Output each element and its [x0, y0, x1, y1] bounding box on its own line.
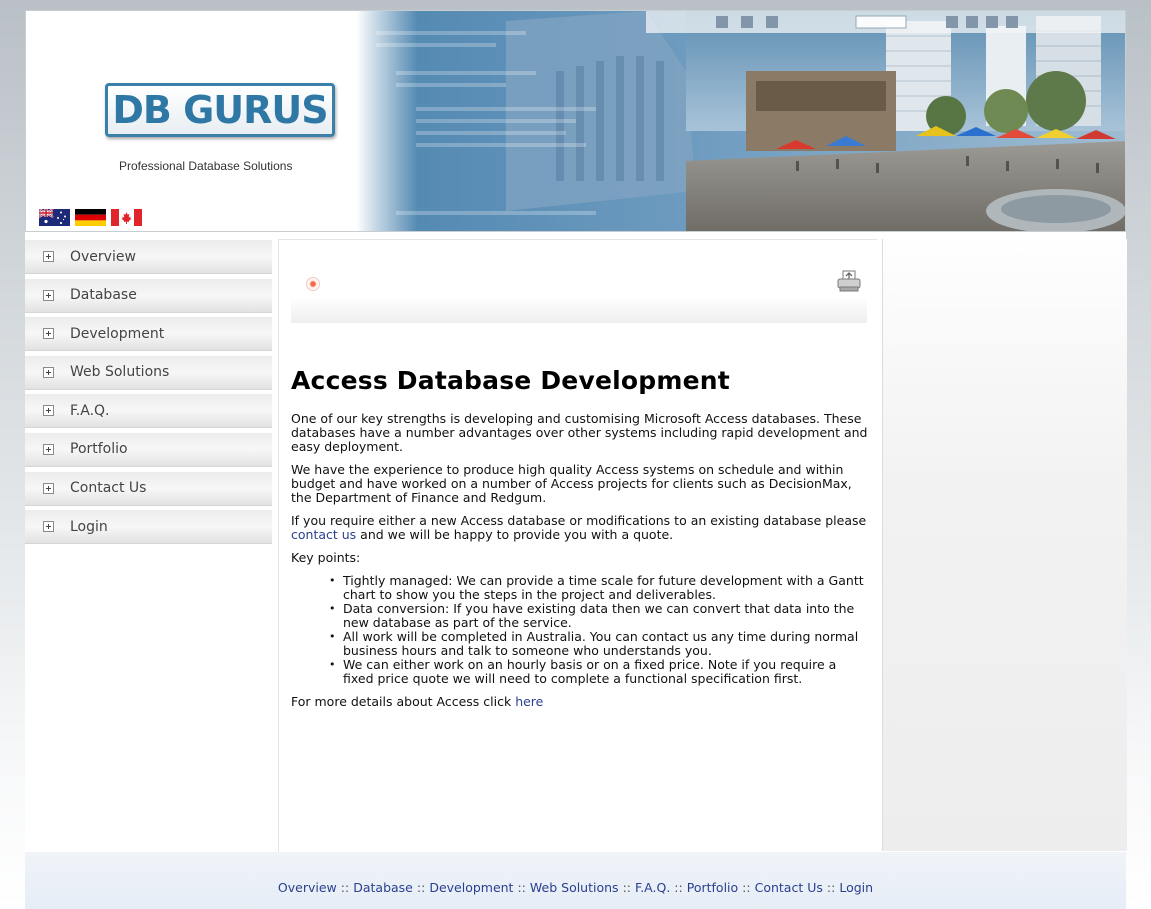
expand-icon[interactable]: [43, 482, 54, 494]
article-toolbar: [291, 265, 867, 323]
article: Access Database Development One of our k…: [291, 366, 869, 718]
expand-icon[interactable]: [43, 328, 54, 340]
list-item: We can either work on an hourly basis or…: [329, 658, 869, 686]
canada-flag-icon[interactable]: [111, 209, 142, 226]
sidebar-item-overview[interactable]: Overview: [25, 239, 272, 274]
footer-link-faq[interactable]: F.A.Q.: [635, 880, 670, 895]
sidebar-item-web-solutions[interactable]: Web Solutions: [25, 354, 272, 390]
language-flags: [39, 209, 142, 226]
expand-icon[interactable]: [43, 366, 54, 378]
more-details-link[interactable]: here: [515, 694, 543, 709]
footer-separator: ::: [742, 880, 751, 895]
footer-separator: ::: [674, 880, 683, 895]
paragraph-text: and we will be happy to provide you with…: [356, 527, 674, 542]
article-paragraph: If you require either a new Access datab…: [291, 514, 869, 542]
footer-separator: ::: [622, 880, 632, 895]
footer-nav: Overview:: Database:: Development:: Web Sol…: [25, 852, 1126, 909]
footer-link-login[interactable]: Login: [839, 880, 873, 895]
footer-link-web-solutions[interactable]: Web Solutions: [530, 880, 619, 895]
expand-icon[interactable]: [43, 251, 54, 262]
sidebar-item-label: F.A.Q.: [70, 402, 110, 419]
paragraph-text: If you require either a new Access datab…: [291, 513, 867, 528]
footer-separator: ::: [517, 880, 526, 895]
sidebar-item-label: Login: [70, 518, 108, 535]
australia-flag-icon[interactable]: [39, 209, 70, 226]
header-banner-photo: [356, 11, 1125, 231]
list-item: Data conversion: If you have existing da…: [329, 602, 869, 630]
footer-separator: ::: [340, 880, 350, 895]
sidebar-item-label: Overview: [70, 248, 136, 265]
pdf-icon[interactable]: [306, 277, 320, 291]
sidebar-item-label: Contact Us: [70, 480, 147, 497]
page-title: Access Database Development: [291, 366, 730, 395]
contact-us-link[interactable]: contact us: [291, 527, 356, 542]
sidebar-item-faq[interactable]: F.A.Q.: [25, 393, 272, 429]
article-paragraph: For more details about Access click here: [291, 695, 869, 709]
paragraph-text: For more details about Access click: [291, 694, 516, 709]
expand-icon[interactable]: [43, 443, 54, 455]
footer-link-overview[interactable]: Overview: [278, 880, 337, 895]
germany-flag-icon[interactable]: [75, 209, 106, 226]
list-item: Tightly managed: We can provide a time s…: [329, 574, 869, 602]
sidebar-item-login[interactable]: Login: [25, 509, 272, 545]
logo-text: DB GURUS: [112, 88, 328, 132]
sidebar-item-label: Development: [70, 325, 165, 342]
footer-separator: ::: [826, 880, 836, 895]
article-paragraph: We have the experience to produce high q…: [291, 462, 852, 505]
sidebar-item-label: Database: [70, 287, 137, 304]
site-tagline: Professional Database Solutions: [119, 159, 293, 173]
sidebar-item-portfolio[interactable]: Portfolio: [25, 431, 272, 467]
key-points-label: Key points:: [291, 550, 361, 565]
sidebar-item-label: Portfolio: [70, 441, 128, 458]
expand-icon[interactable]: [43, 521, 54, 533]
article-paragraph: One of our key strengths is developing a…: [291, 411, 868, 454]
footer-link-contact-us[interactable]: Contact Us: [755, 880, 823, 895]
key-points-list: Tightly managed: We can provide a time s…: [291, 574, 869, 686]
footer-link-portfolio[interactable]: Portfolio: [687, 880, 738, 895]
main-content: Access Database Development One of our k…: [278, 239, 877, 852]
sidebar-nav: Overview Database Development Web Soluti…: [25, 239, 272, 548]
sidebar-item-label: Web Solutions: [70, 364, 170, 381]
footer-link-database[interactable]: Database: [353, 880, 413, 895]
page: DB GURUS Professional Database Solutions: [25, 10, 1127, 909]
footer-separator: ::: [416, 880, 426, 895]
right-sidebar: [882, 239, 1127, 851]
sidebar-item-contact-us[interactable]: Contact Us: [25, 470, 272, 506]
sidebar-item-development[interactable]: Development: [25, 316, 272, 352]
footer-link-development[interactable]: Development: [429, 880, 513, 895]
print-icon[interactable]: [837, 270, 861, 292]
sidebar-item-database[interactable]: Database: [25, 277, 272, 313]
expand-icon[interactable]: [43, 289, 54, 301]
site-logo[interactable]: DB GURUS: [105, 83, 335, 137]
expand-icon[interactable]: [43, 405, 54, 417]
site-header: DB GURUS Professional Database Solutions: [25, 10, 1126, 232]
list-item: All work will be completed in Australia.…: [329, 630, 869, 658]
